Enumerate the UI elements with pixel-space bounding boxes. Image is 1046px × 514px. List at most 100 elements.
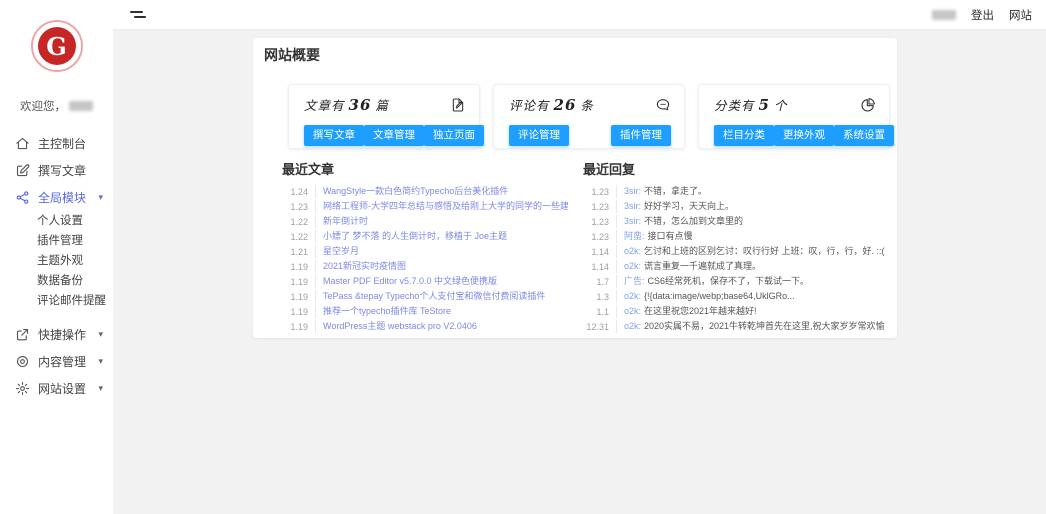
post-link[interactable]: 2021新冠实时疫情图 — [323, 260, 406, 273]
reply-body: 3sir: 不错，拿走了。 — [616, 185, 707, 198]
post-link[interactable]: Master PDF Editor v5.7.0.0 中文绿色便携版 — [323, 275, 497, 288]
post-body: 推荐一个typecho插件库 TeStore — [315, 305, 451, 318]
site-logo: G — [30, 20, 83, 72]
recent-post-row: 1.19 推荐一个typecho插件库 TeStore — [282, 304, 568, 319]
reply-date: 1.23 — [591, 186, 609, 197]
recent-posts-title: 最近文章 — [282, 162, 335, 177]
post-body: Master PDF Editor v5.7.0.0 中文绿色便携版 — [315, 275, 497, 288]
stat-buttons: 评论管理 插件管理 — [509, 125, 671, 146]
post-link[interactable]: WordPress主题 webstack pro V2.0406 — [323, 320, 477, 333]
post-link[interactable]: WangStyle一款白色简约Typecho后台美化插件 — [323, 185, 508, 198]
sidebar-item-label: 内容管理 — [38, 355, 87, 369]
sidebar-subitem-plugin-management[interactable]: 插件管理 — [0, 231, 113, 251]
reply-text: {!{data:image/webp;base64,UklGRo... — [644, 291, 795, 301]
post-body: 新年倒计时 — [315, 215, 368, 228]
post-date: 1.23 — [290, 201, 308, 212]
gear-icon — [15, 381, 30, 396]
recent-reply-row: 1.7 广告: CS6经常死机，保存不了，下载试一下。 — [583, 274, 885, 289]
reply-text: 接口有点慢 — [647, 231, 693, 241]
system-settings-button[interactable]: 系统设置 — [834, 125, 894, 146]
sidebar-item-global-modules[interactable]: 全局模块 ▾ — [0, 184, 113, 211]
stat-prefix: 文章有 — [304, 98, 345, 113]
sidebar-subitem-theme-appearance[interactable]: 主题外观 — [0, 251, 113, 271]
chevron-down-icon: ▾ — [98, 356, 103, 366]
post-body: 2021新冠实时疫情图 — [315, 260, 406, 273]
sidebar-item-site-settings[interactable]: 网站设置 ▾ — [0, 375, 113, 402]
masked-username — [69, 101, 93, 111]
share-nodes-icon — [15, 190, 30, 205]
change-theme-button[interactable]: 更换外观 — [774, 125, 834, 146]
reply-author-link[interactable]: o2k: — [624, 305, 641, 318]
overview-panel: 网站概要 文章有 36 篇撰写文章 文章管理 独立页面 评论有 26 条评论管理 插件管理 分类有… — [253, 38, 897, 338]
reply-body: 阿蛮: 接口有点慢 — [616, 230, 693, 243]
stat-unit: 篇 — [375, 98, 389, 113]
comment-icon — [655, 97, 671, 113]
post-link[interactable]: TePass &tepay Typecho个人支付宝和微信付费阅读插件 — [323, 290, 545, 303]
recent-reply-row: 1.23 阿蛮: 接口有点慢 — [583, 229, 885, 244]
reply-author-link[interactable]: 3sir: — [624, 200, 641, 213]
post-link[interactable]: 网络工程师-大学四年总结与感悟及给刚上大学的同学的一些建议 — [323, 200, 568, 213]
recent-replies-list: 1.23 3sir: 不错，拿走了。 1.23 3sir: 好好学习，天天向上。 1.23 3… — [583, 184, 885, 334]
post-body: TePass &tepay Typecho个人支付宝和微信付费阅读插件 — [315, 290, 545, 303]
sidebar-item-write-post[interactable]: 撰写文章 — [0, 157, 113, 184]
sidebar-subitem-comment-mail-notify[interactable]: 评论邮件提醒 — [0, 291, 113, 311]
reply-author-link[interactable]: o2k: — [624, 260, 641, 273]
chevron-down-icon: ▾ — [98, 192, 103, 202]
reply-date: 12.31 — [586, 321, 609, 332]
post-link[interactable]: 星空岁月 — [323, 245, 359, 258]
sidebar-item-label: 网站设置 — [38, 382, 87, 396]
sidebar-subitem-personal-settings[interactable]: 个人设置 — [0, 211, 113, 231]
menu-toggle-bar — [130, 11, 143, 13]
reply-date: 1.23 — [591, 216, 609, 227]
reply-author-link[interactable]: 广告: — [624, 275, 645, 288]
reply-author-link[interactable]: o2k: — [624, 320, 641, 333]
post-date: 1.21 — [290, 246, 308, 257]
sidebar-item-dashboard[interactable]: 主控制台 — [0, 130, 113, 157]
reply-author-link[interactable]: o2k: — [624, 245, 641, 258]
manage-plugins-button[interactable]: 插件管理 — [611, 125, 671, 146]
site-link[interactable]: 网站 — [1009, 7, 1032, 23]
reply-body: o2k: {!{data:image/webp;base64,UklGRo... — [616, 290, 795, 303]
reply-author-link[interactable]: 3sir: — [624, 185, 641, 198]
menu-toggle-icon[interactable] — [130, 11, 146, 18]
chevron-down-icon: ▾ — [98, 329, 103, 339]
sidebar-item-quick-actions[interactable]: 快捷操作 ▾ — [0, 321, 113, 348]
reply-text: CS6经常死机，保存不了，下载试一下。 — [647, 276, 810, 286]
stat-count: 26 — [553, 95, 577, 114]
recent-reply-row: 1.1 o2k: 在这里祝您2021年越来越好! — [583, 304, 885, 319]
reply-text: 好好学习，天天向上。 — [644, 201, 735, 211]
stat-prefix: 评论有 — [509, 98, 550, 113]
welcome-text: 欢迎您， — [0, 98, 113, 114]
reply-date: 1.3 — [596, 291, 609, 302]
stat-buttons: 撰写文章 文章管理 独立页面 — [304, 125, 484, 146]
sidebar-item-content-management[interactable]: 内容管理 ▾ — [0, 348, 113, 375]
reply-author-link[interactable]: o2k: — [624, 290, 641, 303]
reply-body: 广告: CS6经常死机，保存不了，下载试一下。 — [616, 275, 809, 288]
sidebar-submenu: 个人设置 插件管理 主题外观 数据备份 评论邮件提醒 — [0, 211, 113, 311]
stat-card: 文章有 36 篇撰写文章 文章管理 独立页面 — [288, 84, 484, 149]
manage-comments-button[interactable]: 评论管理 — [509, 125, 569, 146]
recent-reply-row: 1.23 3sir: 不错，拿走了。 — [583, 184, 885, 199]
write-post-button[interactable]: 撰写文章 — [304, 125, 364, 146]
logout-link[interactable]: 登出 — [971, 7, 994, 23]
manage-categories-button[interactable]: 栏目分类 — [714, 125, 774, 146]
post-date: 1.19 — [290, 306, 308, 317]
sidebar-subitem-data-backup[interactable]: 数据备份 — [0, 271, 113, 291]
manage-pages-button[interactable]: 独立页面 — [424, 125, 484, 146]
reply-body: o2k: 乞讨和上班的区别乞讨：叹行行好 上班：叹，行，行，好. ::(心碎) — [616, 245, 885, 258]
post-link[interactable]: 推荐一个typecho插件库 TeStore — [323, 305, 451, 318]
post-link[interactable]: 小嫖了 梦不落 的人生倒计时，移植于 Joe主题 — [323, 230, 507, 243]
sidebar-item-label: 主控制台 — [38, 137, 87, 151]
reply-author-link[interactable]: 阿蛮: — [624, 230, 645, 243]
manage-posts-button[interactable]: 文章管理 — [364, 125, 424, 146]
reply-body: 3sir: 好好学习，天天向上。 — [616, 200, 734, 213]
post-date: 1.19 — [290, 321, 308, 332]
logo-letter: G — [37, 27, 76, 65]
reply-date: 1.7 — [596, 276, 609, 287]
reply-date: 1.1 — [596, 306, 609, 317]
post-body: WordPress主题 webstack pro V2.0406 — [315, 320, 477, 333]
post-link[interactable]: 新年倒计时 — [323, 215, 368, 228]
reply-author-link[interactable]: 3sir: — [624, 215, 641, 228]
recent-replies-section: 最近回复 1.23 3sir: 不错，拿走了。 1.23 3sir: 好好学习，天天向上。… — [583, 163, 885, 334]
post-date: 1.22 — [290, 216, 308, 227]
